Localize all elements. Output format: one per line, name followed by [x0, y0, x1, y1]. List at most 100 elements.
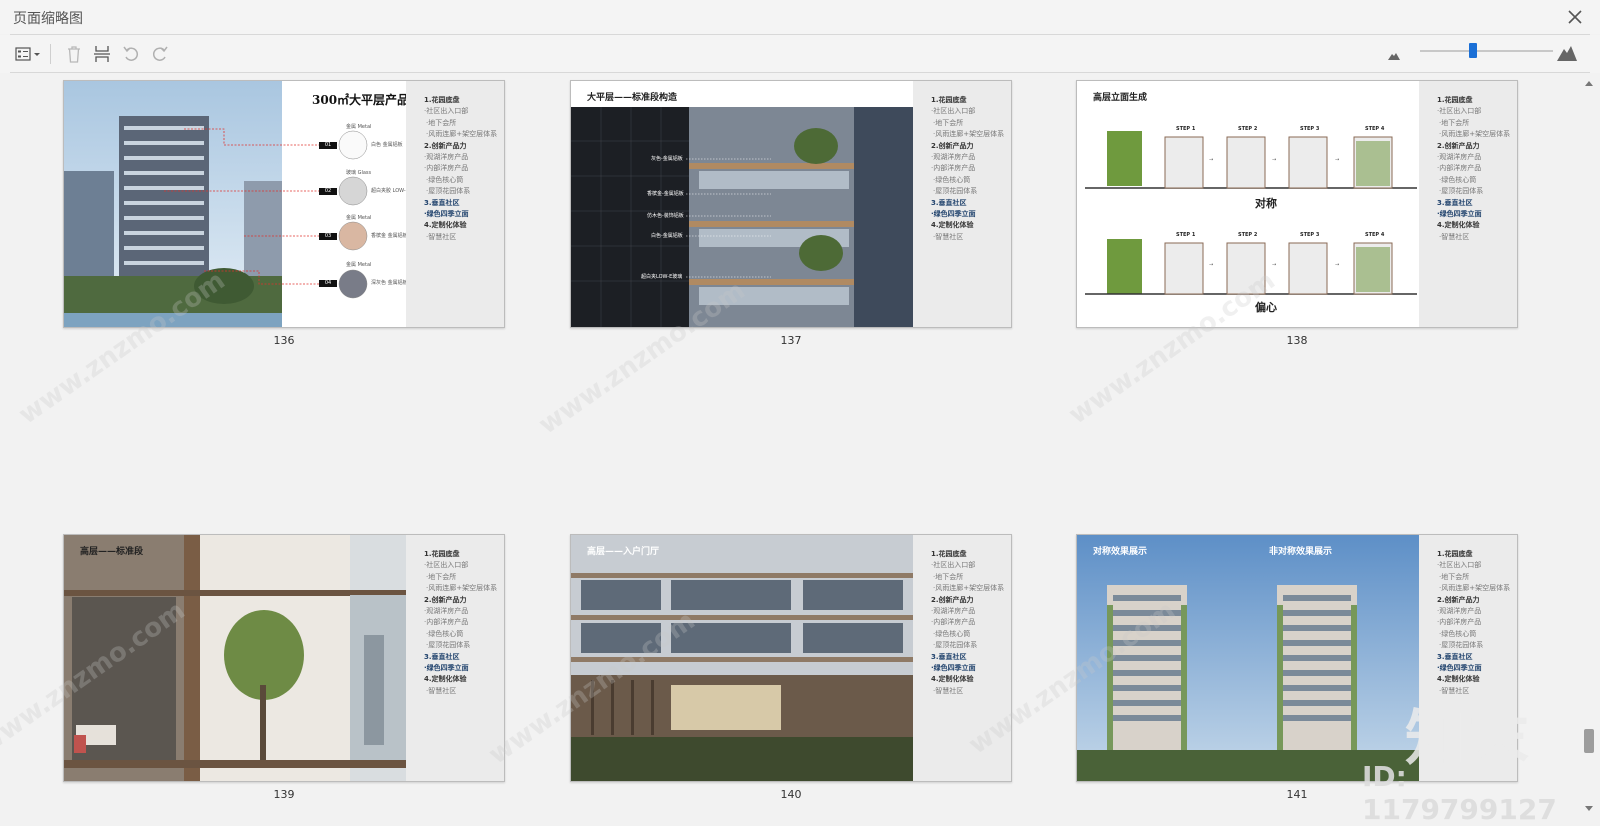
page-sidebar-menu: 1.花园底盘 ·社区出入口部 ·地下会所 ·风雨连廊+架空层体系 2.创新产品力 ·观湖洋… [913, 81, 1011, 327]
sidebar-menu-item: ·智慧社区 [1439, 686, 1470, 695]
page-thumbnail-138[interactable]: → → → → → → 高层立面生成 STEP 1 STEP 2 STEP 3 STEP… [1076, 80, 1518, 347]
page-thumbnail-141[interactable]: 对称效果展示 非对称效果展示 1.花园底盘 ·社区出入口部 ·地下会所 ·风雨连廊+架… [1076, 534, 1518, 801]
sidebar-menu-item: ·观湖洋房产品 [1437, 607, 1482, 616]
sidebar-menu-item: ·屋顶花园体系 [1439, 187, 1484, 196]
sidebar-menu-item: ·绿色核心筒 [426, 629, 464, 638]
panel-title: 页面缩略图 [13, 11, 83, 27]
sidebar-menu-item: ·屋顶花园体系 [426, 641, 471, 650]
lobby-render [571, 535, 913, 781]
sidebar-menu-item: 2.创新产品力 [1437, 595, 1480, 604]
page-thumbnail-140[interactable]: 高层——入户门厅 1.花园底盘 ·社区出入口部 ·地下会所 ·风雨连廊+架空层体系 2.… [570, 534, 1012, 801]
sidebar-menu-item: ·风雨连廊+架空层体系 [426, 130, 498, 139]
material-desc: 深灰色 金属铝板 [371, 280, 408, 286]
sidebar-menu-item: ·内部洋房产品 [1437, 164, 1482, 173]
material-desc: 白色 金属铝板 [371, 142, 403, 148]
svg-text:→: → [1209, 157, 1213, 163]
rotate-cw-icon[interactable] [148, 43, 172, 65]
sidebar-menu-item: ·风雨连廊+架空层体系 [426, 584, 498, 593]
sidebar-menu-item: ·内部洋房产品 [424, 164, 469, 173]
vertical-scrollbar[interactable] [1584, 81, 1594, 811]
rotate-ccw-icon[interactable] [119, 43, 143, 65]
page-number: 138 [1286, 334, 1308, 347]
sidebar-menu-item: ·地下会所 [426, 118, 457, 127]
interior-render [64, 535, 406, 781]
sidebar-menu-item: ·风雨连廊+架空层体系 [933, 584, 1005, 593]
mountain-large-icon[interactable] [1556, 43, 1578, 63]
callout-label: 香槟金-金属铝板 [647, 191, 684, 197]
sidebar-menu-item: ·绿色核心筒 [1439, 629, 1477, 638]
sidebar-menu-item: 1.花园底盘 [1437, 550, 1473, 558]
material-label: 金属 Metal [346, 215, 372, 221]
sidebar-menu-item: ·风雨连廊+架空层体系 [1439, 584, 1511, 593]
scroll-down-arrow[interactable] [1585, 806, 1593, 811]
page-sidebar-menu: 1.花园底盘 ·社区出入口部 ·地下会所 ·风雨连廊+架空层体系 2.创新产品力 ·观湖洋… [1419, 535, 1517, 781]
page-sidebar-menu: 1.花园底盘 ·社区出入口部 ·地下会所 ·风雨连廊+架空层体系 2.创新产品力 ·观湖洋… [406, 81, 504, 327]
page-number: 136 [273, 334, 295, 347]
zoom-slider-thumb[interactable] [1469, 43, 1478, 58]
mountain-small-icon[interactable] [1387, 47, 1401, 61]
scroll-thumb[interactable] [1584, 729, 1594, 753]
sidebar-menu-item: ·绿色核心筒 [933, 175, 971, 184]
page-thumbnail-137[interactable]: 大平层——标准段构造 灰色-金属铝板 香槟金-金属铝板 仿木色-装饰铝板 白色-… [570, 80, 1012, 347]
elevation-diagram: → → → → → → [1077, 81, 1419, 327]
scroll-up-arrow[interactable] [1585, 81, 1593, 86]
sidebar-menu-item: 4.定制化体验 [931, 221, 974, 230]
sidebar-menu-item: 2.创新产品力 [424, 595, 467, 604]
page-number: 140 [780, 788, 802, 801]
zoom-slider[interactable] [1420, 50, 1553, 52]
building-photo [64, 81, 406, 327]
page-canvas: 高层——入户门厅 1.花园底盘 ·社区出入口部 ·地下会所 ·风雨连廊+架空层体系 2.… [570, 534, 1012, 782]
trash-icon[interactable] [62, 43, 86, 65]
facade-section-image [571, 81, 913, 327]
sidebar-menu-item: ·地下会所 [1439, 572, 1470, 581]
sidebar-menu-item: ·绿色四季立面 [1437, 210, 1482, 219]
sidebar-menu-item: 3.垂直社区 [931, 652, 967, 661]
sidebar-menu-item: 4.定制化体验 [1437, 221, 1480, 230]
tower-comparison-render [1077, 535, 1419, 781]
sidebar-menu-item: ·绿色核心筒 [426, 175, 464, 184]
step-label: STEP 1 [1176, 232, 1196, 238]
sidebar-menu-item: ·风雨连廊+架空层体系 [933, 130, 1005, 139]
page-canvas: 大平层——标准段构造 灰色-金属铝板 香槟金-金属铝板 仿木色-装饰铝板 白色-… [570, 80, 1012, 328]
sidebar-menu-item: ·绿色四季立面 [424, 210, 469, 219]
svg-text:→: → [1272, 157, 1276, 163]
svg-text:→: → [1335, 157, 1339, 163]
close-icon[interactable] [1564, 6, 1586, 28]
callout-label: 仿木色-装饰铝板 [647, 213, 684, 219]
sidebar-menu-item: ·风雨连廊+架空层体系 [1439, 130, 1511, 139]
sidebar-menu-item: ·绿色四季立面 [931, 210, 976, 219]
page-thumbnail-139[interactable]: 高层——标准段 1.花园底盘 ·社区出入口部 ·地下会所 ·风雨连廊+架空层体系 2.创… [63, 534, 505, 801]
insert-pages-icon[interactable] [90, 43, 114, 65]
material-desc: 香槟金 金属铝板 [371, 233, 408, 239]
step-label: STEP 3 [1300, 232, 1320, 238]
sidebar-menu-item: ·社区出入口部 [424, 107, 469, 116]
sidebar-menu-item: ·屋顶花园体系 [426, 187, 471, 196]
sidebar-menu-item: ·内部洋房产品 [931, 618, 976, 627]
svg-text:→: → [1335, 262, 1339, 268]
page-thumbnail-136[interactable]: 300㎡大平层产品 金属 Metal 01 白色 金属铝板 玻璃 Glass 0… [63, 80, 505, 347]
page-sidebar-menu: 1.花园底盘 ·社区出入口部 ·地下会所 ·风雨连廊+架空层体系 2.创新产品力 ·观湖洋… [406, 535, 504, 781]
sidebar-menu-item: ·内部洋房产品 [424, 618, 469, 627]
sidebar-menu-item: ·社区出入口部 [1437, 107, 1482, 116]
sidebar-menu-item: ·绿色四季立面 [424, 664, 469, 673]
sidebar-menu-item: 4.定制化体验 [424, 221, 467, 230]
sidebar-menu-item: ·观湖洋房产品 [424, 607, 469, 616]
sidebar-menu-item: ·社区出入口部 [424, 561, 469, 570]
sidebar-menu-item: ·绿色核心筒 [1439, 175, 1477, 184]
page-number: 137 [780, 334, 802, 347]
page-title: 高层立面生成 [1093, 93, 1148, 103]
material-number: 03 [319, 233, 337, 240]
page-title-right: 非对称效果展示 [1269, 547, 1333, 557]
sidebar-menu-item: 4.定制化体验 [931, 675, 974, 684]
page-canvas: → → → → → → 高层立面生成 STEP 1 STEP 2 STEP 3 STEP… [1076, 80, 1518, 328]
sidebar-menu-item: ·观湖洋房产品 [931, 153, 976, 162]
sidebar-menu-item: ·绿色四季立面 [931, 664, 976, 673]
page-sidebar-menu: 1.花园底盘 ·社区出入口部 ·地下会所 ·风雨连廊+架空层体系 2.创新产品力 ·观湖洋… [913, 535, 1011, 781]
thumbnail-options-icon[interactable] [14, 43, 44, 65]
sidebar-menu-item: ·地下会所 [933, 118, 964, 127]
caption-symmetric: 对称 [1255, 197, 1277, 210]
sidebar-menu-item: 2.创新产品力 [1437, 141, 1480, 150]
step-label: STEP 4 [1365, 232, 1385, 238]
sidebar-menu-item: ·地下会所 [933, 572, 964, 581]
sidebar-menu-item: 3.垂直社区 [424, 652, 460, 661]
